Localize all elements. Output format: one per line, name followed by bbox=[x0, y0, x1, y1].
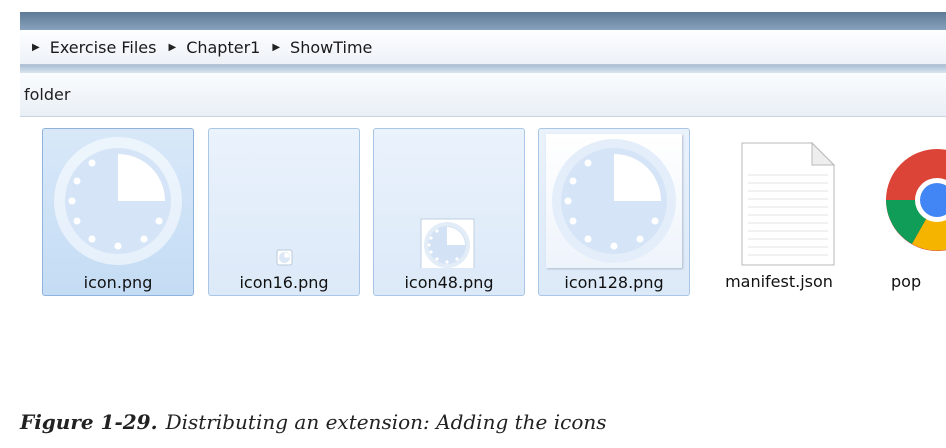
breadcrumb-label[interactable]: Chapter1 bbox=[186, 38, 260, 57]
toolbar-label: folder bbox=[24, 85, 71, 104]
file-name[interactable]: icon48.png bbox=[374, 273, 524, 292]
file-name[interactable]: manifest.json bbox=[703, 272, 855, 291]
breadcrumb-showtime[interactable]: ▶ ShowTime bbox=[260, 38, 372, 57]
breadcrumb-label[interactable]: Exercise Files bbox=[50, 38, 157, 57]
file-item-icon-png[interactable]: icon.png bbox=[42, 128, 194, 296]
toolbar: folder bbox=[20, 73, 946, 117]
chrome-icon bbox=[875, 133, 946, 267]
clock-icon-large bbox=[50, 134, 186, 268]
clock-icon-medium bbox=[381, 134, 517, 268]
file-item-icon16-png[interactable]: icon16.png bbox=[208, 128, 360, 296]
file-item-manifest-json[interactable]: manifest.json bbox=[703, 128, 855, 296]
file-name[interactable]: pop bbox=[868, 272, 946, 291]
file-item-icon128-png[interactable]: icon128.png bbox=[538, 128, 690, 296]
caption-text: Distributing an extension: Adding the ic… bbox=[165, 410, 607, 434]
file-item-icon48-png[interactable]: icon48.png bbox=[373, 128, 525, 296]
clock-icon-tiny bbox=[216, 134, 352, 268]
file-name[interactable]: icon16.png bbox=[209, 273, 359, 292]
figure-caption: Figure 1-29. Distributing an extension: A… bbox=[20, 410, 607, 434]
chevron-right-icon[interactable]: ▶ bbox=[32, 42, 40, 53]
breadcrumb-chapter1[interactable]: ▶ Chapter1 bbox=[156, 38, 260, 57]
clock-icon-large bbox=[546, 134, 682, 268]
file-item-pop[interactable]: pop bbox=[868, 128, 946, 296]
window-frame bbox=[20, 12, 946, 30]
breadcrumb-label[interactable]: ShowTime bbox=[290, 38, 372, 57]
file-list: icon.png icon16.png icon48.png icon128.p… bbox=[20, 117, 946, 386]
chevron-right-icon[interactable]: ▶ bbox=[272, 42, 280, 53]
figure-number: Figure 1-29. bbox=[20, 410, 158, 434]
breadcrumb-exercise-files[interactable]: ▶ Exercise Files bbox=[20, 38, 156, 57]
address-bar[interactable]: ▶ Exercise Files ▶ Chapter1 ▶ ShowTime bbox=[20, 30, 946, 65]
divider bbox=[20, 65, 946, 73]
explorer-window: ▶ Exercise Files ▶ Chapter1 ▶ ShowTime f… bbox=[20, 12, 946, 386]
file-name[interactable]: icon.png bbox=[43, 273, 193, 292]
document-icon bbox=[710, 133, 846, 267]
chevron-right-icon[interactable]: ▶ bbox=[168, 42, 176, 53]
file-name[interactable]: icon128.png bbox=[539, 273, 689, 292]
